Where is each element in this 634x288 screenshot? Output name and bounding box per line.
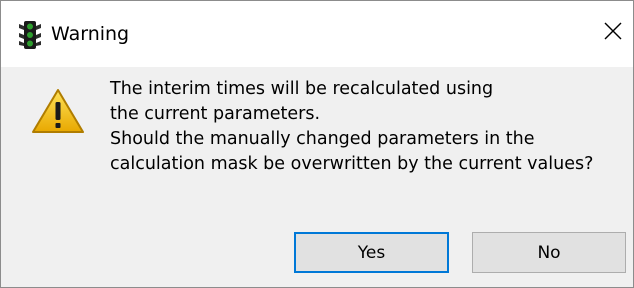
dialog-body: The interim times will be recalculated u… [1,67,633,287]
close-button[interactable] [595,15,631,51]
window-title: Warning [51,23,130,45]
dialog-message: The interim times will be recalculated u… [110,77,625,177]
no-button[interactable]: No [472,232,626,273]
message-line-3: Should the manually changed parameters i… [110,129,535,149]
close-icon [604,22,622,44]
message-line-2: the current parameters. [110,104,321,124]
traffic-light-icon [19,20,41,50]
title-bar[interactable]: Warning [1,1,633,67]
warning-icon [31,87,85,135]
message-line-4: calculation mask be overwritten by the c… [110,154,594,174]
message-line-1: The interim times will be recalculated u… [110,79,494,99]
yes-button[interactable]: Yes [294,232,449,273]
warning-dialog: Warning The interim times will be recalc… [0,0,634,288]
